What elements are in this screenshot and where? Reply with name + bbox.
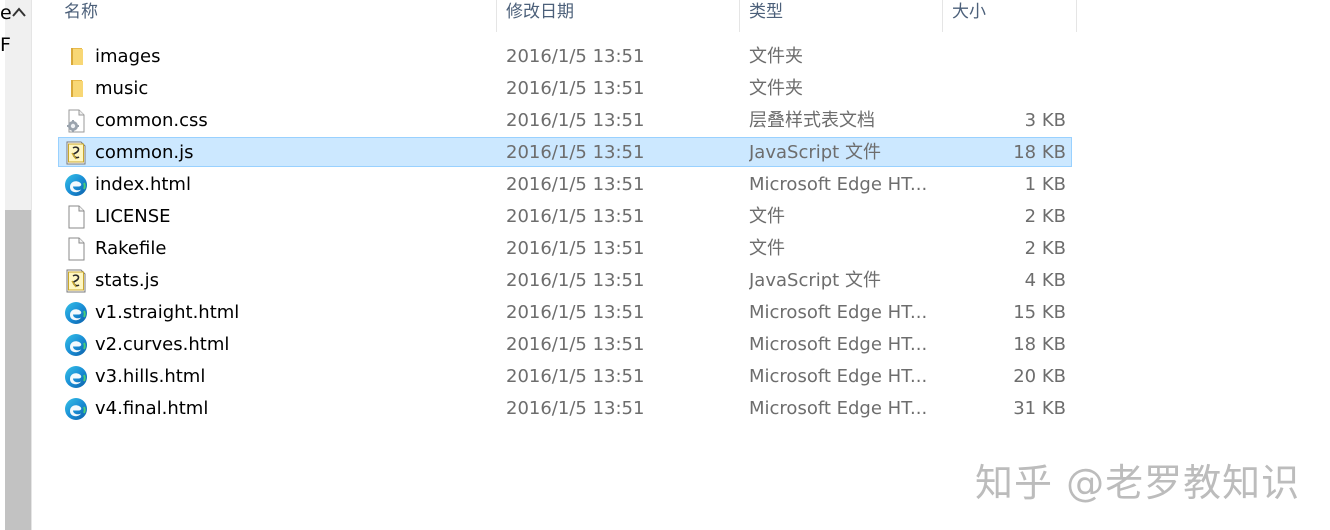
file-type: 层叠样式表文档 [749,110,875,131]
file-size: 18 KB [1013,142,1066,163]
file-row[interactable]: stats.js 2016/1/5 13:51 JavaScript 文件 4 KB [58,265,1072,295]
column-header-date[interactable]: 修改日期 [498,0,738,32]
file-row[interactable]: common.js 2016/1/5 13:51 JavaScript 文件 18 K… [58,137,1072,167]
column-header-name[interactable]: 名称 [56,0,496,32]
file-date: 2016/1/5 13:51 [506,174,645,195]
edge-icon [64,333,88,357]
file-type: JavaScript 文件 [749,270,881,291]
file-type: Microsoft Edge HT... [749,174,928,195]
file-row[interactable]: v4.final.html 2016/1/5 13:51 Microsoft Edg… [58,393,1072,423]
file-type: Microsoft Edge HT... [749,398,928,419]
watermark: 知乎 @老罗教知识 [975,461,1301,505]
file-size: 31 KB [1013,398,1066,419]
file-row[interactable]: common.css 2016/1/5 13:51 层叠样式表文档 3 KB [58,105,1072,135]
file-date: 2016/1/5 13:51 [506,142,645,163]
folder-icon [64,77,88,101]
file-name: v3.hills.html [95,366,206,387]
chevron-up-icon[interactable] [9,3,29,23]
column-header-bar: 名称 修改日期 类型 大小 [33,0,1078,32]
edge-icon [64,173,88,197]
column-divider[interactable] [1076,0,1077,32]
edge-icon [64,365,88,389]
file-size [939,42,1066,70]
file-size: 15 KB [1013,302,1066,323]
file-date: 2016/1/5 13:51 [506,206,645,227]
file-date: 2016/1/5 13:51 [506,46,645,67]
file-row[interactable]: index.html 2016/1/5 13:51 Microsoft Edge H… [58,169,1072,199]
file-name: Rakefile [95,238,167,259]
file-date: 2016/1/5 13:51 [506,302,645,323]
file-size [939,74,1066,102]
file-size: 1 KB [1024,174,1066,195]
css-file-icon [64,109,88,133]
column-header-type[interactable]: 类型 [741,0,941,32]
file-row[interactable]: v1.straight.html 2016/1/5 13:51 Microsoft … [58,297,1072,327]
file-row[interactable]: v3.hills.html 2016/1/5 13:51 Microsoft Edg… [58,361,1072,391]
js-file-icon [64,269,88,293]
file-type: 文件 [749,206,785,227]
file-type: JavaScript 文件 [749,142,881,163]
column-divider[interactable] [739,0,740,32]
file-date: 2016/1/5 13:51 [506,366,645,387]
file-type: 文件 [749,238,785,259]
file-date: 2016/1/5 13:51 [506,110,645,131]
file-row[interactable]: v2.curves.html 2016/1/5 13:51 Microsoft Ed… [58,329,1072,359]
file-size: 3 KB [1024,110,1066,131]
file-size: 2 KB [1024,238,1066,259]
column-divider[interactable] [942,0,943,32]
file-type: Microsoft Edge HT... [749,334,928,355]
js-file-icon [64,141,88,165]
blank-file-icon [64,237,88,261]
folder-icon [64,45,88,69]
column-header-size[interactable]: 大小 [944,0,1076,32]
edge-icon [64,301,88,325]
file-name: index.html [95,174,191,195]
file-row[interactable]: images 2016/1/5 13:51 文件夹 [58,41,1072,71]
file-name: v4.final.html [95,398,209,419]
file-row[interactable]: music 2016/1/5 13:51 文件夹 [58,73,1072,103]
column-divider[interactable] [496,0,497,32]
file-name: v2.curves.html [95,334,230,355]
file-name: common.css [95,110,208,131]
file-name: v1.straight.html [95,302,240,323]
file-type: 文件夹 [749,46,803,67]
nav-item-text[interactable]: F [0,34,11,56]
file-date: 2016/1/5 13:51 [506,78,645,99]
file-row[interactable]: Rakefile 2016/1/5 13:51 文件 2 KB [58,233,1072,263]
file-size: 4 KB [1024,270,1066,291]
file-size: 18 KB [1013,334,1066,355]
blank-file-icon [64,205,88,229]
file-row[interactable]: LICENSE 2016/1/5 13:51 文件 2 KB [58,201,1072,231]
file-name: stats.js [95,270,160,291]
file-date: 2016/1/5 13:51 [506,270,645,291]
file-name: images [95,46,161,67]
nav-scrollbar-thumb[interactable] [5,210,31,530]
file-type: Microsoft Edge HT... [749,366,928,387]
file-date: 2016/1/5 13:51 [506,398,645,419]
file-date: 2016/1/5 13:51 [506,334,645,355]
navigation-pane[interactable]: e F [0,0,32,530]
file-name: LICENSE [95,206,171,227]
file-name: music [95,78,149,99]
file-type: Microsoft Edge HT... [749,302,928,323]
file-type: 文件夹 [749,78,803,99]
file-size: 20 KB [1013,366,1066,387]
file-name: common.js [95,142,194,163]
edge-icon [64,397,88,421]
file-date: 2016/1/5 13:51 [506,238,645,259]
file-size: 2 KB [1024,206,1066,227]
